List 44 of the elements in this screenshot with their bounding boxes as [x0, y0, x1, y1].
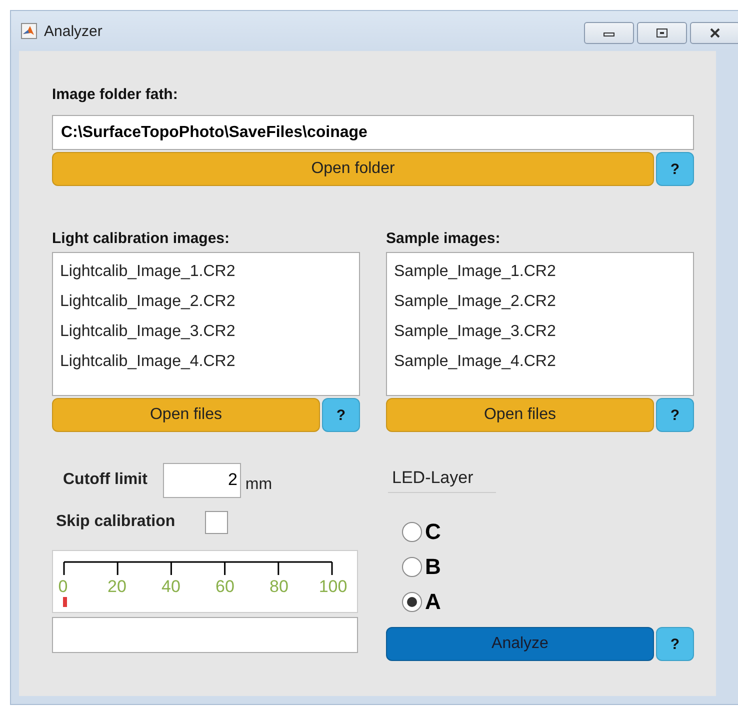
- folder-path-field[interactable]: C:\SurfaceTopoPhoto\SaveFiles\coinage: [52, 115, 694, 150]
- tick-label: 60: [216, 577, 234, 597]
- help-button[interactable]: ?: [656, 398, 694, 432]
- close-icon: [708, 28, 722, 38]
- help-button[interactable]: ?: [656, 627, 694, 661]
- open-folder-button[interactable]: Open folder: [52, 152, 654, 186]
- list-item[interactable]: Sample_Image_1.CR2: [394, 257, 686, 287]
- list-label: Light calibration images:: [52, 230, 231, 249]
- folder-label: Image folder fath:: [52, 86, 179, 105]
- close-button[interactable]: [690, 22, 738, 44]
- led-layer-title: LED-Layer: [388, 468, 496, 493]
- cutoff-field[interactable]: 2: [163, 462, 242, 498]
- status-field[interactable]: [52, 617, 358, 653]
- radio-option[interactable]: B: [402, 549, 441, 584]
- tick-label: 100: [318, 577, 348, 597]
- app-logo-icon: [21, 23, 37, 39]
- skip-calibration-label: Skip calibration: [56, 513, 176, 531]
- minimize-button[interactable]: [584, 22, 634, 44]
- radio-option[interactable]: C: [402, 514, 441, 549]
- tick-label: 80: [270, 577, 288, 597]
- file-listbox[interactable]: Lightcalib_Image_1.CR2 Lightcalib_Image_2.CR2 Lightcalib_Image_3.CR2 Lightcalib_Image_4.CR2: [52, 252, 360, 396]
- list-item[interactable]: Sample_Image_3.CR2: [394, 317, 686, 347]
- skip-calibration-checkbox[interactable]: [205, 510, 228, 534]
- maximize-icon: [655, 28, 669, 38]
- open-files-button[interactable]: Open files: [52, 398, 320, 432]
- list-item[interactable]: Lightcalib_Image_1.CR2: [60, 257, 352, 287]
- list-item[interactable]: Sample_Image_2.CR2: [394, 287, 686, 317]
- tick-label: 20: [108, 577, 126, 597]
- maximize-button[interactable]: [637, 22, 687, 44]
- list-item[interactable]: Lightcalib_Image_4.CR2: [60, 347, 352, 377]
- list-label: Sample images:: [386, 230, 502, 249]
- radio-option[interactable]: A: [402, 584, 441, 619]
- unit-label: mm: [245, 476, 272, 494]
- window-title: Analyzer: [44, 22, 102, 40]
- list-item[interactable]: Lightcalib_Image_2.CR2: [60, 287, 352, 317]
- tick-label: 40: [162, 577, 180, 597]
- tick-label: 0: [58, 577, 68, 597]
- cutoff-label: Cutoff limit: [63, 471, 148, 489]
- list-item[interactable]: Lightcalib_Image_3.CR2: [60, 317, 352, 347]
- help-button[interactable]: ?: [322, 398, 360, 432]
- list-item[interactable]: Sample_Image_4.CR2: [394, 347, 686, 377]
- file-listbox[interactable]: Sample_Image_1.CR2 Sample_Image_2.CR2 Sample_Image_3.CR2 Sample_Image_4.CR2: [386, 252, 694, 396]
- help-button[interactable]: ?: [656, 152, 694, 186]
- open-files-button[interactable]: Open files: [386, 398, 654, 432]
